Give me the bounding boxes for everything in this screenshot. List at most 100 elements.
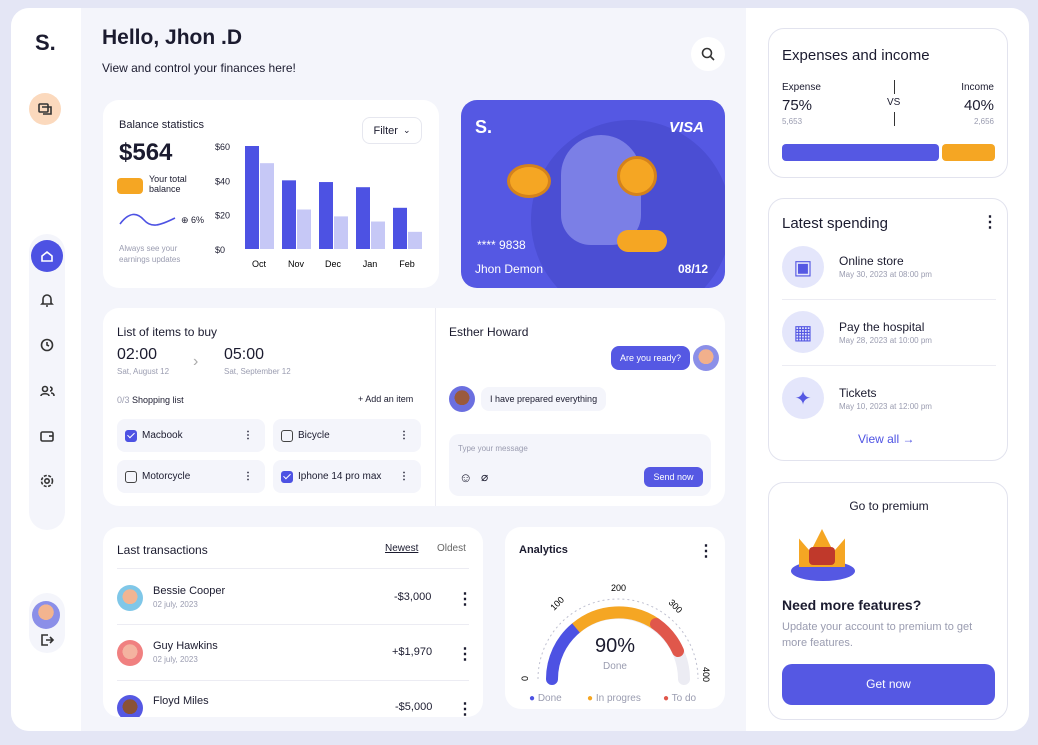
expenses-title: Expenses and income (782, 47, 930, 64)
transaction-name: Guy Hawkins (153, 640, 218, 652)
bar (371, 221, 385, 249)
wallet-icon[interactable] (31, 420, 63, 452)
divider (435, 308, 436, 506)
checkbox[interactable] (125, 470, 137, 483)
analytics-percent: 90% (594, 635, 636, 657)
gauge-tick: 300 (667, 597, 685, 615)
shopping-time-start: 02:00 (117, 346, 158, 363)
more-icon[interactable]: ⋮ (243, 430, 253, 441)
checkbox-checked[interactable] (125, 429, 137, 442)
shopping-item[interactable]: Iphone 14 pro max ⋮ (273, 460, 421, 493)
x-tick-label: Nov (288, 259, 305, 269)
more-icon[interactable]: ⋮ (243, 471, 253, 482)
spending-item-title: Online store (839, 254, 904, 268)
checkbox-checked[interactable] (281, 470, 293, 483)
x-tick-label: Jan (363, 259, 378, 269)
hospital-icon: ▦ (782, 311, 824, 353)
messages-icon[interactable] (29, 93, 61, 125)
filter-label: Filter (373, 124, 398, 137)
page-title: Hello, Jhon .D (102, 26, 243, 49)
income-percent: 40% (963, 97, 994, 114)
premium-card: Go to premium Need more features? Update… (768, 482, 1008, 720)
balance-change-value: 6% (191, 215, 205, 225)
shopping-date-start: Sat, August 12 (117, 367, 170, 376)
settings-icon[interactable] (31, 465, 63, 497)
shopping-title: List of items to buy (117, 325, 218, 339)
x-tick-label: Dec (325, 259, 342, 269)
get-now-button[interactable]: Get now (782, 664, 995, 705)
divider (782, 365, 996, 366)
home-icon[interactable] (31, 240, 63, 272)
page-subtitle: View and control your finances here! (102, 61, 296, 75)
balance-amount: $564 (119, 139, 173, 166)
chevron-down-icon: ⌄ (402, 125, 411, 135)
transaction-amount: -$3,000 (394, 591, 432, 603)
transaction-name: Bessie Cooper (153, 585, 226, 597)
bar (319, 182, 333, 249)
emoji-icon[interactable]: ☺ (459, 470, 472, 485)
analytics-card: Analytics ⋮ 0 100 200 300 400 90% Done ●… (505, 527, 725, 709)
legend-progress: ● In progres (587, 693, 641, 704)
card-number: **** 9838 (477, 238, 526, 252)
bar (297, 209, 311, 249)
logout-icon[interactable] (31, 624, 63, 656)
y-tick-label: $0 (215, 245, 225, 255)
shopping-item[interactable]: Bicycle ⋮ (273, 419, 421, 452)
visa-card[interactable]: S. VISA **** 9838 Jhon Demon 08/12 (461, 100, 725, 288)
bar (245, 146, 259, 249)
chat-message-out: Are you ready? (611, 346, 691, 370)
add-item-button[interactable]: + Add an item (358, 394, 413, 404)
item-label: Iphone 14 pro max (298, 471, 382, 482)
transaction-date: 02 july, 2023 (153, 600, 198, 609)
ticket-icon: ✦ (782, 377, 824, 419)
legend-dot: ● (663, 693, 670, 704)
store-icon: ▣ (782, 246, 824, 288)
users-icon[interactable] (31, 375, 63, 407)
shopping-counter: 0/3 Shopping list (117, 395, 184, 405)
view-all-link[interactable]: View all → (858, 432, 914, 446)
transactions-card: Last transactions Newest Oldest Bessie C… (103, 527, 483, 717)
card-expiry: 08/12 (678, 262, 709, 276)
divider (117, 568, 469, 569)
more-icon[interactable]: ⋮ (982, 212, 998, 232)
sidebar: S. (11, 8, 81, 731)
gauge-tick: 200 (611, 583, 626, 593)
more-icon[interactable]: ⋮ (399, 430, 409, 441)
more-icon[interactable]: ⋮ (698, 541, 714, 561)
total-balance-label: Your total balance (149, 174, 187, 194)
chat-composer: Type your message ☺ ⌀ Send now (449, 434, 711, 496)
attach-icon[interactable]: ⌀ (481, 470, 488, 484)
send-button[interactable]: Send now (644, 467, 703, 487)
legend-dot: ● (587, 693, 594, 704)
spending-item-title: Tickets (839, 386, 877, 400)
y-tick-label: $60 (215, 142, 230, 152)
shopping-count: 0/3 (117, 395, 130, 405)
more-icon[interactable]: ⋮ (399, 471, 409, 482)
sort-newest-tab[interactable]: Newest (385, 543, 418, 554)
bar (408, 231, 422, 249)
income-bar (942, 144, 995, 161)
versus-label: VS (887, 97, 901, 108)
clock-icon[interactable] (31, 329, 63, 361)
expense-bar (782, 144, 939, 161)
message-input[interactable]: Type your message (458, 444, 528, 453)
premium-text: Update your account to premium to get mo… (782, 621, 973, 649)
shopping-item[interactable]: Macbook ⋮ (117, 419, 265, 452)
search-icon[interactable] (691, 37, 725, 71)
checkbox[interactable] (281, 429, 293, 442)
bar (334, 216, 348, 249)
more-icon[interactable]: ⋮ (457, 699, 473, 717)
more-icon[interactable]: ⋮ (457, 589, 473, 609)
contact-avatar (117, 695, 143, 717)
divider (117, 680, 469, 681)
contact-avatar (117, 585, 143, 611)
y-tick-label: $20 (215, 211, 230, 221)
x-tick-label: Oct (252, 259, 267, 269)
sort-oldest-tab[interactable]: Oldest (437, 543, 466, 554)
spending-item-date: May 30, 2023 at 08:00 pm (839, 270, 932, 279)
income-label: Income (961, 82, 994, 93)
shopping-item[interactable]: Motorcycle ⋮ (117, 460, 265, 493)
balance-note: Always see your earnings updates (119, 244, 181, 264)
bell-icon[interactable] (31, 284, 63, 316)
more-icon[interactable]: ⋮ (457, 644, 473, 664)
